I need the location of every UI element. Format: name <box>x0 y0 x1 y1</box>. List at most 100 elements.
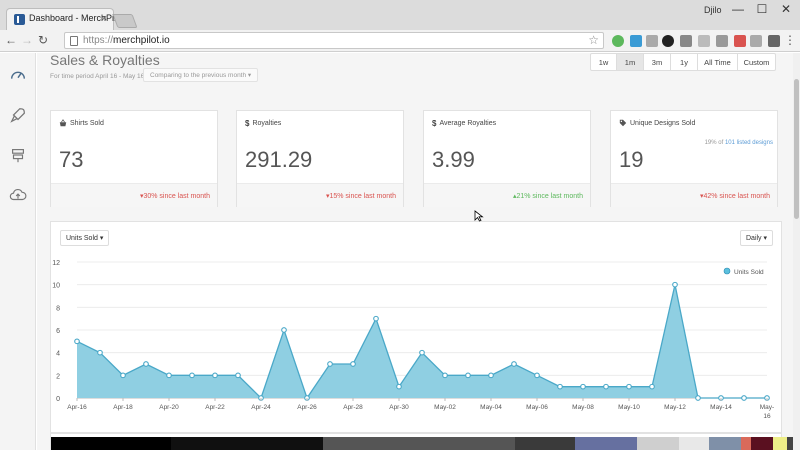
design-thumbnail[interactable] <box>575 437 637 450</box>
data-point <box>557 383 563 390</box>
legend-label: Units Sold <box>734 269 764 276</box>
range-1w-button[interactable]: 1w <box>590 53 617 71</box>
data-point <box>143 361 149 367</box>
range-1m-button[interactable]: 1m <box>617 53 644 71</box>
extension-dark-icon[interactable] <box>662 35 674 47</box>
y-tick-label: 8 <box>56 305 60 312</box>
forward-icon[interactable]: → <box>20 33 34 47</box>
address-bar[interactable]: https://merchpilot.io ☆ <box>64 32 604 49</box>
data-point <box>350 361 356 367</box>
y-tick-label: 10 <box>52 283 60 290</box>
designs-strip <box>50 433 793 450</box>
extension-g-icon[interactable] <box>750 35 762 47</box>
sidebar-item-launch[interactable] <box>0 95 36 135</box>
cloud-upload-icon <box>9 189 27 201</box>
range-button-group: 1w 1m 3m 1y All Time Custom <box>590 53 776 71</box>
range-3m-button[interactable]: 3m <box>644 53 671 71</box>
page-title: Sales & Royalties <box>50 53 160 68</box>
extension-pocket-icon[interactable] <box>698 35 710 47</box>
x-tick-label: Apr-26 <box>297 404 317 411</box>
x-tick-label: Apr-24 <box>251 404 271 411</box>
sidebar-item-dashboard[interactable] <box>0 55 36 95</box>
signpost-icon <box>12 149 24 163</box>
data-point <box>327 361 333 367</box>
browser-menu-icon[interactable]: ⋮ <box>784 33 796 47</box>
bookmark-star-icon[interactable]: ☆ <box>588 33 599 47</box>
extension-light-icon[interactable] <box>716 35 728 47</box>
browser-toolbar: ← → ↻ https://merchpilot.io ☆ ⋮ <box>0 30 800 52</box>
range-1y-button[interactable]: 1y <box>671 53 698 71</box>
design-thumbnail[interactable] <box>323 437 515 450</box>
listed-designs-link[interactable]: 101 listed designs <box>725 140 773 146</box>
y-tick-label: 2 <box>56 373 60 380</box>
merchpilot-favicon-icon <box>14 14 25 25</box>
tab-title: Dashboard - MerchPilot <box>29 13 124 23</box>
data-point <box>97 349 103 356</box>
x-tick-label: Apr-18 <box>113 404 133 411</box>
extension-red-icon[interactable] <box>734 35 746 47</box>
extension-gray-icon[interactable] <box>646 35 658 47</box>
range-custom-button[interactable]: Custom <box>738 53 776 71</box>
page-scrollbar[interactable] <box>793 53 800 450</box>
page-info-icon[interactable] <box>70 36 78 46</box>
extension-tools-icon[interactable] <box>680 35 692 47</box>
data-point <box>281 327 287 333</box>
design-thumbnail[interactable] <box>679 437 709 450</box>
design-thumbnail[interactable] <box>741 437 751 450</box>
x-tick-label: May-06 <box>526 404 548 411</box>
back-icon[interactable]: ← <box>4 33 18 47</box>
compare-dropdown[interactable]: Comparing to the previous month ▾ <box>143 68 259 82</box>
stat-value: 19 <box>619 147 644 172</box>
stat-label: Shirts Sold <box>70 119 104 127</box>
stat-change: ▾42% since last month <box>699 193 770 200</box>
design-thumbnail[interactable] <box>709 437 741 450</box>
x-tick-label: May-04 <box>480 404 502 411</box>
tab-close-icon[interactable]: × <box>102 13 107 23</box>
data-point <box>419 349 425 356</box>
data-point <box>695 395 701 401</box>
extension-green-icon[interactable] <box>612 35 624 47</box>
design-thumbnail[interactable] <box>171 437 323 450</box>
data-point <box>488 372 494 379</box>
sidebar-item-signpost[interactable] <box>0 135 36 175</box>
data-point <box>120 372 126 379</box>
browser-tab[interactable]: Dashboard - MerchPilot × <box>6 8 124 30</box>
scrollbar-thumb[interactable] <box>794 79 799 219</box>
stat-card-shirts-sold: Shirts Sold 73 ▾30% since last month <box>50 110 218 207</box>
data-point <box>166 372 172 379</box>
stat-label: Average Royalties <box>439 120 497 127</box>
profile-name[interactable]: Djilo <box>704 5 722 15</box>
data-point <box>212 372 218 379</box>
basket-icon <box>59 119 67 127</box>
design-thumbnail[interactable] <box>51 437 171 450</box>
stat-value: 3.99 <box>432 147 475 172</box>
design-thumbnail[interactable] <box>637 437 679 450</box>
x-tick-label: May-08 <box>572 404 594 411</box>
range-all-time-button[interactable]: All Time <box>698 53 738 71</box>
data-point <box>649 383 655 390</box>
data-point <box>396 383 402 390</box>
data-point <box>373 315 379 322</box>
extension-eyedropper-icon[interactable] <box>768 35 780 47</box>
url-text: https://merchpilot.io <box>83 35 170 46</box>
stat-change: ▾15% since last month <box>325 193 396 200</box>
design-thumbnail[interactable] <box>515 437 575 450</box>
extension-blue-icon[interactable] <box>630 35 642 47</box>
close-window-icon[interactable]: ✕ <box>772 2 800 16</box>
dollar-icon: $ <box>432 119 437 128</box>
design-thumbnail[interactable] <box>773 437 787 450</box>
reload-icon[interactable]: ↻ <box>36 33 50 47</box>
x-tick-label: May- <box>760 404 774 411</box>
data-point <box>534 372 540 379</box>
stat-card-average-royalties: $ Average Royalties 3.99 ▴21% since last… <box>423 110 591 207</box>
new-tab-button[interactable] <box>112 14 138 28</box>
series-area <box>77 284 767 398</box>
design-thumbnail[interactable] <box>751 437 773 450</box>
sidebar-item-upload[interactable] <box>0 175 36 215</box>
data-point <box>74 338 80 345</box>
x-tick-label: May-10 <box>618 404 640 411</box>
x-tick-label: Apr-22 <box>205 404 225 411</box>
x-tick-label: Apr-30 <box>389 404 409 411</box>
listed-designs-note: 19% of 101 listed designs <box>704 140 773 146</box>
data-point <box>580 383 586 390</box>
